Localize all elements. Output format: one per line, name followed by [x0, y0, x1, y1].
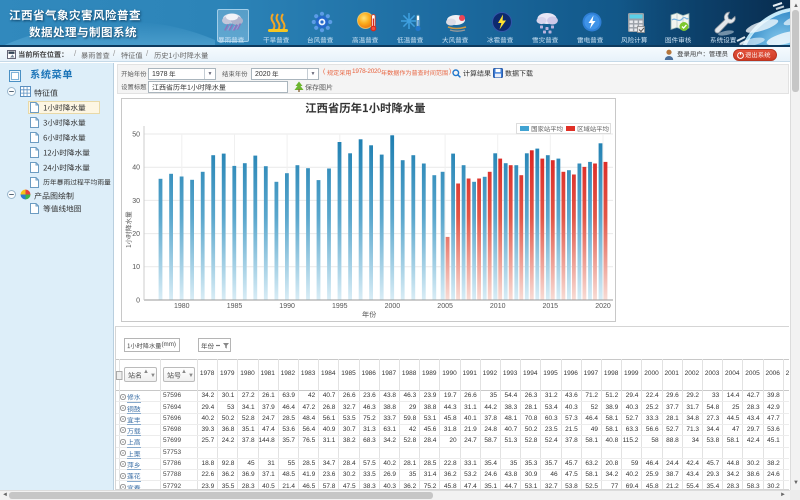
svg-text:1980: 1980 [174, 303, 190, 310]
svg-text:2000: 2000 [385, 303, 401, 310]
svg-text:40: 40 [132, 165, 140, 172]
svg-text:2015: 2015 [543, 303, 559, 310]
svg-text:2005: 2005 [437, 303, 453, 310]
svg-text:1990: 1990 [279, 303, 295, 310]
svg-text:1995: 1995 [332, 303, 348, 310]
svg-text:10: 10 [132, 264, 140, 271]
svg-text:1985: 1985 [227, 303, 243, 310]
svg-text:50: 50 [132, 131, 140, 138]
svg-text:30: 30 [132, 198, 140, 205]
svg-text:20: 20 [132, 231, 140, 238]
svg-text:2020: 2020 [595, 303, 611, 310]
svg-text:0: 0 [136, 297, 140, 304]
svg-text:2010: 2010 [490, 303, 506, 310]
